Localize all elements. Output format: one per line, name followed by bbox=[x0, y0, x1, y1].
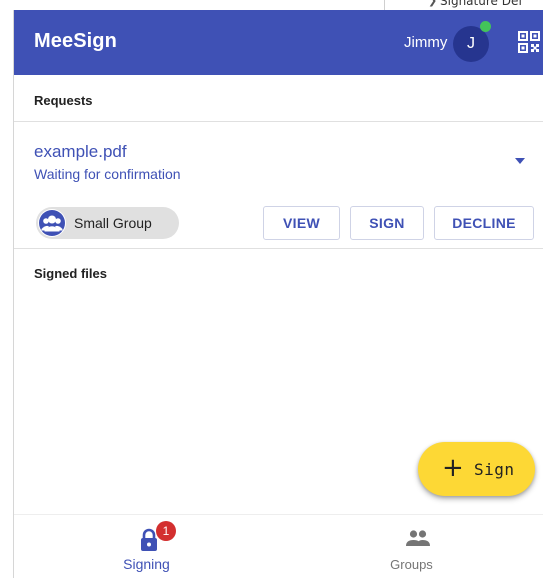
signed-files-divider bbox=[14, 248, 543, 249]
bottom-navigation: 1 Signing Groups bbox=[14, 514, 543, 578]
group-chip-label: Small Group bbox=[74, 215, 152, 231]
requests-header: Requests bbox=[34, 93, 93, 108]
background-window-divider bbox=[384, 0, 385, 10]
user-name: Jimmy bbox=[404, 34, 448, 51]
qr-code-icon[interactable] bbox=[518, 31, 540, 53]
request-status: Waiting for confirmation bbox=[34, 166, 181, 182]
nav-label-groups: Groups bbox=[390, 557, 433, 572]
screen: ❯ Signature Def MeeSign Jimmy J Requests… bbox=[0, 0, 543, 578]
nav-label-signing: Signing bbox=[123, 556, 170, 572]
plus-icon: + bbox=[442, 453, 464, 483]
group-icon bbox=[38, 209, 66, 237]
fab-label: Sign bbox=[474, 460, 515, 479]
signing-badge: 1 bbox=[156, 521, 176, 541]
app-bar: MeeSign Jimmy J bbox=[14, 10, 543, 75]
requests-divider bbox=[14, 121, 543, 122]
people-icon bbox=[405, 529, 431, 552]
request-file-name[interactable]: example.pdf bbox=[34, 142, 127, 162]
sign-fab-button[interactable]: + Sign bbox=[418, 442, 535, 496]
dropdown-arrow-icon[interactable] bbox=[512, 154, 528, 166]
group-chip[interactable]: Small Group bbox=[36, 207, 179, 239]
signed-files-header: Signed files bbox=[34, 266, 107, 281]
view-button[interactable]: VIEW bbox=[263, 206, 340, 240]
app-title: MeeSign bbox=[34, 30, 117, 52]
online-status-indicator bbox=[480, 21, 491, 32]
chevron-right-icon: ❯ bbox=[428, 0, 438, 7]
app-window: MeeSign Jimmy J Requests example.pdf Wai… bbox=[13, 10, 543, 578]
background-window-strip: ❯ Signature Def bbox=[0, 0, 543, 10]
nav-item-groups[interactable]: Groups bbox=[279, 515, 543, 578]
nav-item-signing[interactable]: 1 Signing bbox=[14, 515, 279, 578]
sign-button[interactable]: SIGN bbox=[350, 206, 424, 240]
background-window-text: Signature Def bbox=[440, 0, 523, 8]
decline-button[interactable]: DECLINE bbox=[434, 206, 534, 240]
